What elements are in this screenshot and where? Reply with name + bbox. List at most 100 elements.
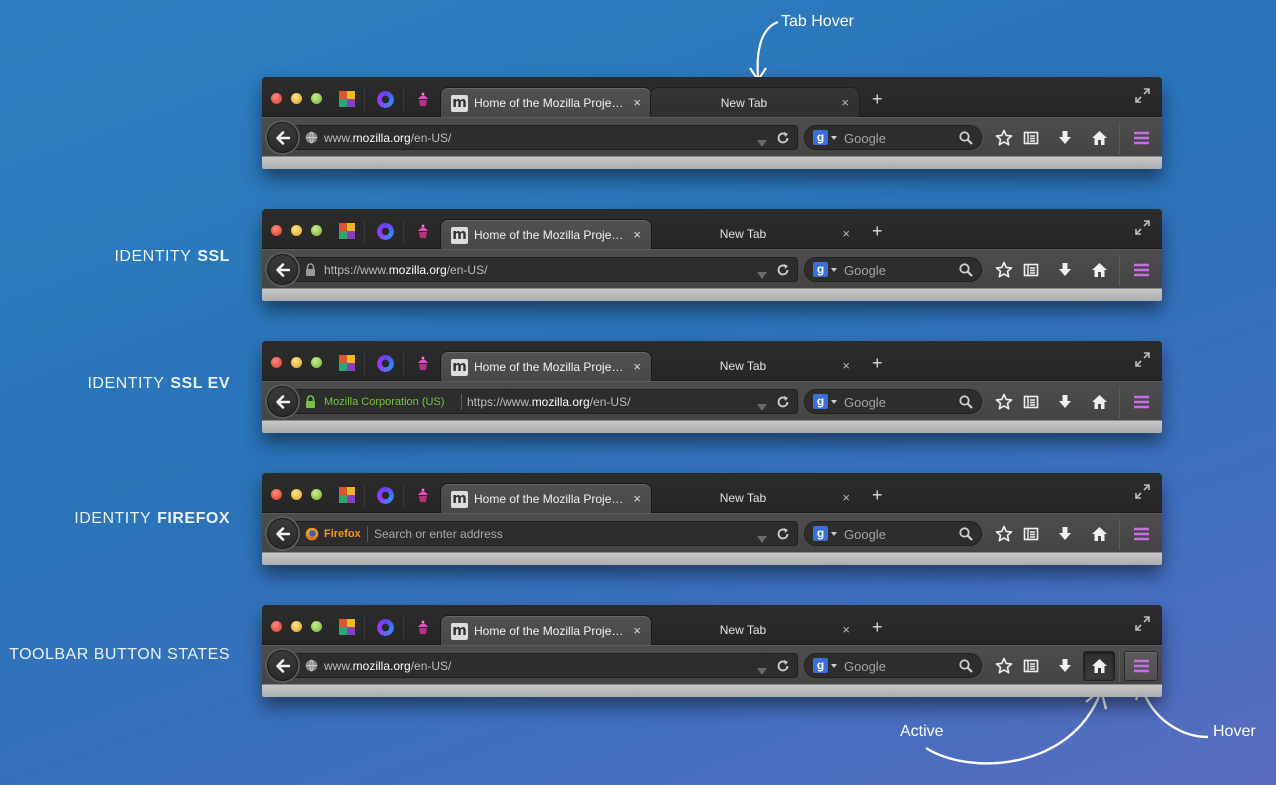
bookmarks-menu-button[interactable] [1018, 257, 1044, 283]
url-bar[interactable]: https://www.mozilla.org/en-US/ [292, 257, 798, 282]
zoom-window-button[interactable] [311, 93, 322, 104]
search-engine-caret-icon[interactable] [831, 532, 837, 536]
app-tab-cupcake-icon[interactable] [415, 487, 431, 503]
firefox-icon[interactable] [305, 527, 319, 541]
bookmarks-menu-button[interactable] [1018, 389, 1044, 415]
home-button[interactable] [1086, 257, 1112, 283]
search-engine-caret-icon[interactable] [831, 136, 837, 140]
dropdown-icon[interactable] [757, 530, 767, 548]
tab-active[interactable]: m Home of the Mozilla Proje… × [440, 483, 652, 514]
search-bar[interactable]: g Google [804, 125, 982, 150]
new-tab-button[interactable]: + [872, 354, 883, 372]
tab-close-icon[interactable]: × [842, 225, 850, 242]
menu-button[interactable] [1124, 651, 1158, 681]
downloads-button[interactable] [1052, 521, 1078, 547]
downloads-button[interactable] [1052, 653, 1078, 679]
bookmark-star-button[interactable] [991, 257, 1017, 283]
app-tab-cupcake-icon[interactable] [415, 619, 431, 635]
close-window-button[interactable] [271, 93, 282, 104]
tab-close-icon[interactable]: × [633, 622, 641, 639]
search-icon[interactable] [959, 131, 973, 150]
zoom-window-button[interactable] [311, 621, 322, 632]
search-bar[interactable]: g Google [804, 653, 982, 678]
fullscreen-icon[interactable] [1135, 484, 1150, 504]
app-tab-grid-icon[interactable] [339, 619, 355, 635]
dropdown-icon[interactable] [757, 398, 767, 416]
search-bar[interactable]: g Google [804, 257, 982, 282]
downloads-button[interactable] [1052, 125, 1078, 151]
tab-close-icon[interactable]: × [633, 490, 641, 507]
tab-new[interactable]: New Tab × [650, 219, 860, 249]
app-tab-grid-icon[interactable] [339, 91, 355, 107]
menu-button[interactable] [1128, 125, 1154, 151]
reload-icon[interactable] [776, 395, 790, 414]
home-button[interactable] [1086, 389, 1112, 415]
search-icon[interactable] [959, 395, 973, 414]
search-engine-icon[interactable]: g [813, 262, 828, 277]
home-button[interactable] [1086, 125, 1112, 151]
zoom-window-button[interactable] [311, 357, 322, 368]
new-tab-button[interactable]: + [872, 618, 883, 636]
back-button[interactable] [267, 254, 298, 285]
bookmarks-menu-button[interactable] [1018, 521, 1044, 547]
tab-new[interactable]: New Tab × [650, 483, 860, 513]
fullscreen-icon[interactable] [1135, 616, 1150, 636]
search-bar[interactable]: g Google [804, 389, 982, 414]
menu-button[interactable] [1128, 257, 1154, 283]
dropdown-icon[interactable] [757, 662, 767, 680]
tab-close-icon[interactable]: × [841, 94, 849, 111]
search-icon[interactable] [959, 659, 973, 678]
app-tab-ring-icon[interactable] [377, 91, 394, 108]
search-icon[interactable] [959, 263, 973, 282]
dropdown-icon[interactable] [757, 266, 767, 284]
back-button[interactable] [267, 518, 298, 549]
search-bar[interactable]: g Google [804, 521, 982, 546]
fullscreen-icon[interactable] [1135, 352, 1150, 372]
close-window-button[interactable] [271, 621, 282, 632]
bookmark-star-button[interactable] [991, 389, 1017, 415]
globe-icon[interactable] [305, 659, 318, 672]
url-bar[interactable]: Mozilla Corporation (US) https://www.mozi… [292, 389, 798, 414]
back-button[interactable] [267, 122, 298, 153]
url-bar[interactable]: Firefox Search or enter address [292, 521, 798, 546]
globe-icon[interactable] [305, 131, 318, 144]
new-tab-button[interactable]: + [872, 222, 883, 240]
app-tab-cupcake-icon[interactable] [415, 91, 431, 107]
search-engine-icon[interactable]: g [813, 658, 828, 673]
url-bar[interactable]: www.mozilla.org/en-US/ [292, 125, 798, 150]
menu-button[interactable] [1128, 389, 1154, 415]
home-button[interactable] [1086, 521, 1112, 547]
zoom-window-button[interactable] [311, 225, 322, 236]
home-button[interactable] [1083, 651, 1115, 681]
bookmark-star-button[interactable] [991, 521, 1017, 547]
minimize-window-button[interactable] [291, 489, 302, 500]
app-tab-grid-icon[interactable] [339, 223, 355, 239]
app-tab-ring-icon[interactable] [377, 487, 394, 504]
app-tab-cupcake-icon[interactable] [415, 223, 431, 239]
new-tab-button[interactable]: + [872, 90, 883, 108]
close-window-button[interactable] [271, 357, 282, 368]
tab-active[interactable]: m Home of the Mozilla Proje… × [440, 219, 652, 250]
tab-close-icon[interactable]: × [842, 621, 850, 638]
minimize-window-button[interactable] [291, 357, 302, 368]
app-tab-ring-icon[interactable] [377, 619, 394, 636]
search-engine-icon[interactable]: g [813, 526, 828, 541]
minimize-window-button[interactable] [291, 93, 302, 104]
app-tab-grid-icon[interactable] [339, 355, 355, 371]
search-engine-icon[interactable]: g [813, 130, 828, 145]
reload-icon[interactable] [776, 131, 790, 150]
reload-icon[interactable] [776, 263, 790, 282]
downloads-button[interactable] [1052, 257, 1078, 283]
menu-button[interactable] [1128, 521, 1154, 547]
fullscreen-icon[interactable] [1135, 88, 1150, 108]
tab-close-icon[interactable]: × [633, 358, 641, 375]
app-tab-grid-icon[interactable] [339, 487, 355, 503]
tab-new[interactable]: New Tab × [650, 87, 860, 117]
close-window-button[interactable] [271, 489, 282, 500]
bookmarks-menu-button[interactable] [1018, 125, 1044, 151]
back-button[interactable] [267, 386, 298, 417]
zoom-window-button[interactable] [311, 489, 322, 500]
back-button[interactable] [267, 650, 298, 681]
dropdown-icon[interactable] [757, 134, 767, 152]
tab-new[interactable]: New Tab × [650, 615, 860, 645]
